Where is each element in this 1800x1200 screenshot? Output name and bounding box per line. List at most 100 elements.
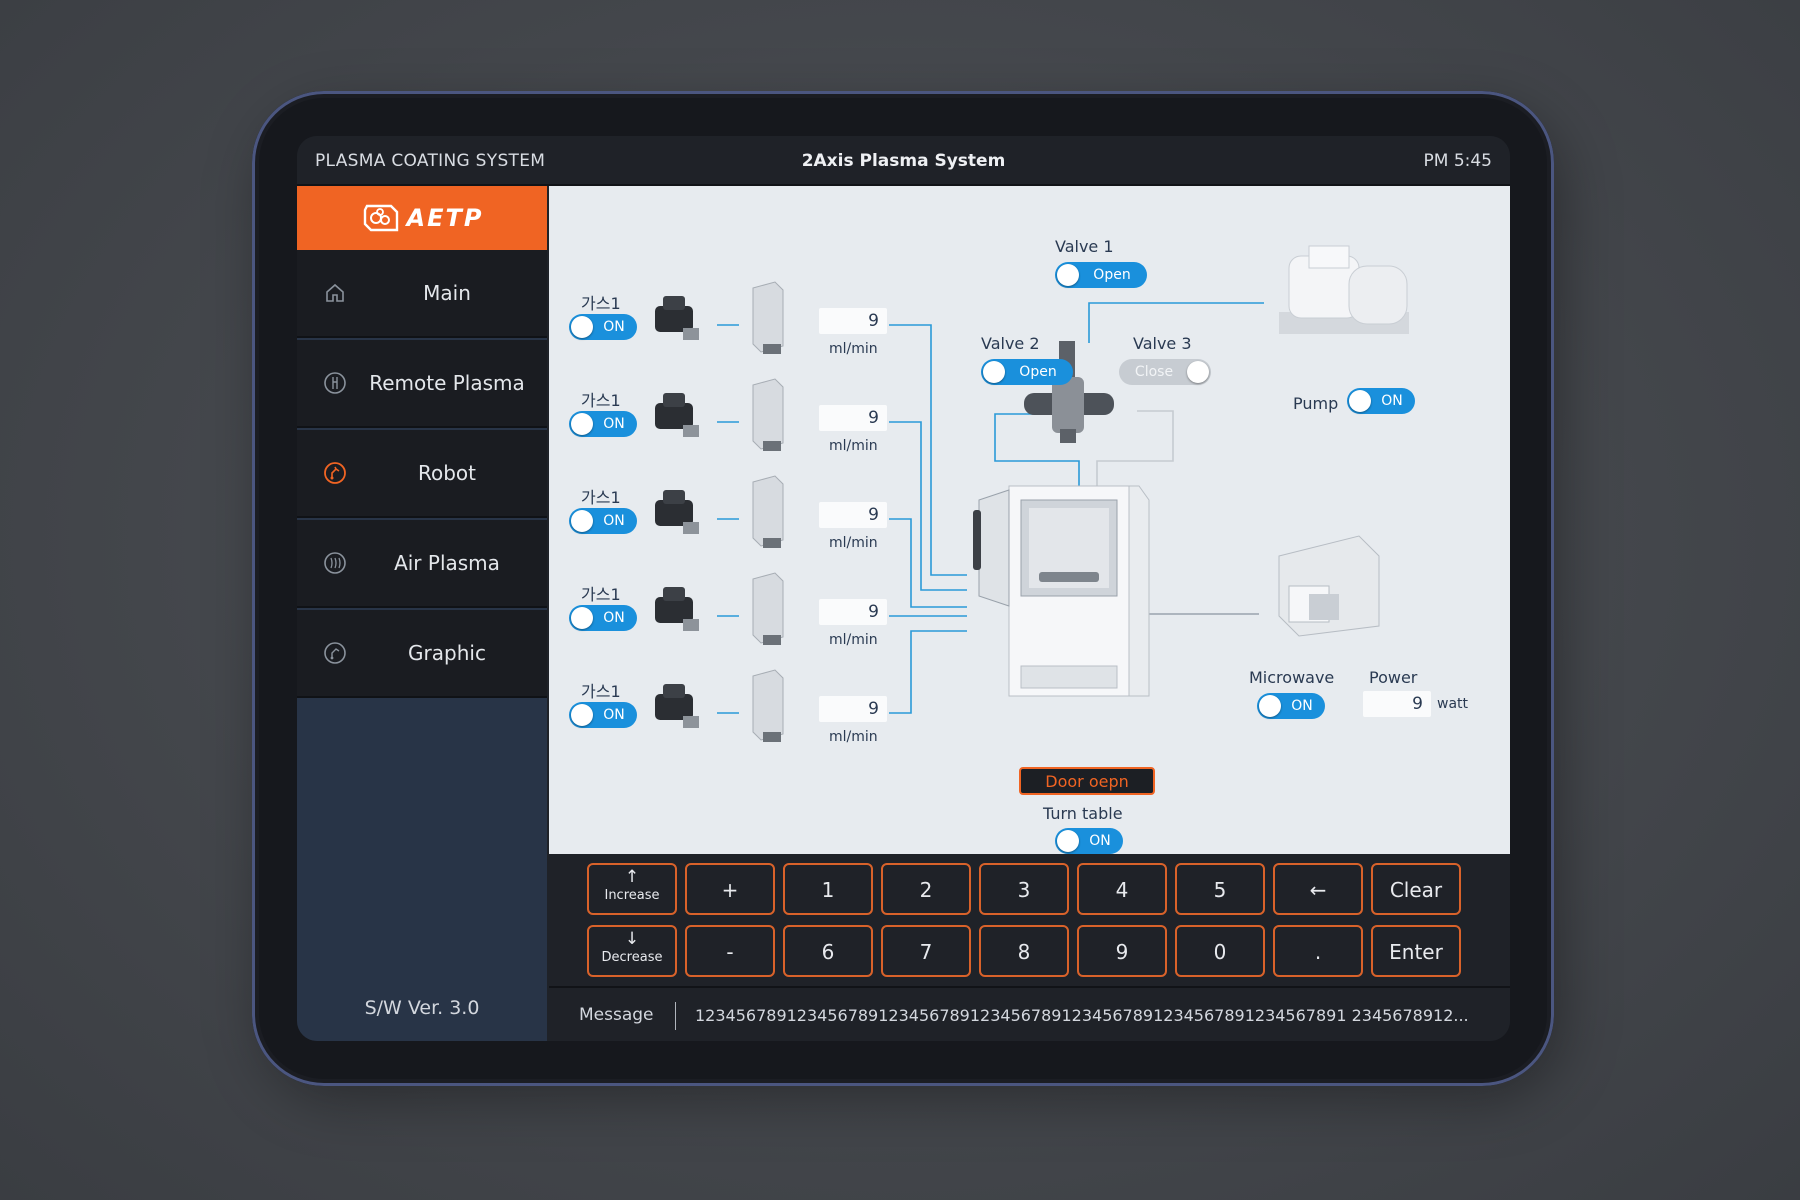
toggle-label: ON xyxy=(1291,698,1313,714)
sidebar-item-remote-plasma[interactable]: Remote Plasma xyxy=(297,340,547,428)
key-7[interactable]: 7 xyxy=(881,925,971,977)
microwave-toggle[interactable]: ON xyxy=(1257,693,1325,719)
software-version: S/W Ver. 3.0 xyxy=(364,997,480,1019)
toggle-knob xyxy=(1349,390,1371,412)
down-arrow-icon: ↓ xyxy=(624,929,640,949)
key-minus[interactable]: - xyxy=(685,925,775,977)
toggle-knob xyxy=(1259,695,1281,717)
key-label: 1 xyxy=(821,878,835,902)
clear-button[interactable]: Clear xyxy=(1371,863,1461,915)
gas-regulator-5 xyxy=(655,684,699,728)
key-label: 6 xyxy=(821,940,835,964)
gas-regulator-group xyxy=(655,296,699,728)
remote-plasma-icon xyxy=(324,372,346,394)
valve2-toggle[interactable]: Open xyxy=(981,359,1073,385)
gas-label-1: 가스1 xyxy=(581,294,621,313)
gas-toggle-5[interactable]: ON xyxy=(569,702,637,728)
decrease-button[interactable]: ↓ Decrease xyxy=(587,925,677,977)
gas-label-4: 가스1 xyxy=(581,585,621,604)
home-icon xyxy=(326,283,344,302)
gas-pipe-2 xyxy=(889,421,967,591)
increase-button[interactable]: ↑ Increase xyxy=(587,863,677,915)
valve1-toggle[interactable]: Open xyxy=(1055,262,1147,288)
key-8[interactable]: 8 xyxy=(979,925,1069,977)
valve3-label: Valve 3 xyxy=(1133,334,1192,353)
toggle-knob xyxy=(571,704,593,726)
message-text: 1234567891234567891234567891234567891234… xyxy=(695,1006,1469,1025)
logo[interactable]: AETP xyxy=(297,186,547,250)
valve3-toggle[interactable]: Close xyxy=(1119,359,1211,385)
gas-regulator-1 xyxy=(655,296,699,340)
message-divider xyxy=(675,1002,676,1030)
toggle-knob xyxy=(1057,830,1079,852)
door-open-button[interactable]: Door oepn xyxy=(1019,767,1155,795)
key-2[interactable]: 2 xyxy=(881,863,971,915)
gas-flow-unit-2: ml/min xyxy=(829,438,878,454)
sidebar-item-label: Graphic xyxy=(408,641,486,665)
key-label: 3 xyxy=(1017,878,1031,902)
robot-icon xyxy=(324,462,346,484)
backspace-button[interactable]: ← xyxy=(1273,863,1363,915)
logo-icon xyxy=(363,204,398,232)
gas-toggle-1[interactable]: ON xyxy=(569,314,637,340)
gas-pipe-1 xyxy=(889,324,967,576)
power-input[interactable]: 9 xyxy=(1363,691,1431,717)
key-label: . xyxy=(1314,940,1322,964)
key-label: - xyxy=(726,940,734,964)
key-label: Enter xyxy=(1389,940,1443,964)
key-0[interactable]: 0 xyxy=(1175,925,1265,977)
key-1[interactable]: 1 xyxy=(783,863,873,915)
gas-flow-input-3[interactable]: 9 xyxy=(819,502,887,528)
gas-label-2: 가스1 xyxy=(581,391,621,410)
gas-flow-unit-5: ml/min xyxy=(829,729,878,745)
gas-toggle-4[interactable]: ON xyxy=(569,605,637,631)
sidebar-item-label: Remote Plasma xyxy=(369,371,525,395)
gas-label-5: 가스1 xyxy=(581,682,621,701)
backspace-icon: ← xyxy=(1309,878,1327,902)
sidebar-item-graphic[interactable]: Graphic xyxy=(297,610,547,698)
gas-flow-input-4[interactable]: 9 xyxy=(819,599,887,625)
pump-label: Pump xyxy=(1293,394,1339,413)
turntable-toggle[interactable]: ON xyxy=(1055,828,1123,854)
sidebar-item-label: Air Plasma xyxy=(394,551,500,575)
flow-controller-3 xyxy=(752,475,784,548)
key-3[interactable]: 3 xyxy=(979,863,1069,915)
power-unit: watt xyxy=(1437,696,1469,712)
gas-toggle-2[interactable]: ON xyxy=(569,411,637,437)
sidebar-item-label: Main xyxy=(423,281,471,305)
key-5[interactable]: 5 xyxy=(1175,863,1265,915)
key-4[interactable]: 4 xyxy=(1077,863,1167,915)
toggle-label: Open xyxy=(1019,364,1057,380)
sidebar-item-main[interactable]: Main xyxy=(297,250,547,338)
pump-toggle[interactable]: ON xyxy=(1347,388,1415,414)
gas-regulator-4 xyxy=(655,587,699,631)
flow-controller-1 xyxy=(752,281,784,354)
key-9[interactable]: 9 xyxy=(1077,925,1167,977)
power-label: Power xyxy=(1369,668,1418,687)
main-panel: 가스1 ON 9 ml/min 가스1 ON 9 ml/min 가스1 ON 9… xyxy=(549,186,1510,854)
gas-toggle-3[interactable]: ON xyxy=(569,508,637,534)
sidebar-item-robot[interactable]: Robot xyxy=(297,430,547,518)
gas-flow-unit-4: ml/min xyxy=(829,632,878,648)
clock: PM 5:45 xyxy=(1423,151,1493,171)
three-way-valve xyxy=(1024,341,1114,443)
message-label: Message xyxy=(579,1005,654,1025)
gas-flow-input-1[interactable]: 9 xyxy=(819,308,887,334)
flow-controller-group xyxy=(752,281,784,742)
key-6[interactable]: 6 xyxy=(783,925,873,977)
key-label: + xyxy=(721,878,739,902)
key-plus[interactable]: + xyxy=(685,863,775,915)
sidebar-item-label: Robot xyxy=(417,461,476,485)
key-decimal[interactable]: . xyxy=(1273,925,1363,977)
gas-flow-input-2[interactable]: 9 xyxy=(819,405,887,431)
key-label: 9 xyxy=(1115,940,1129,964)
key-label: Clear xyxy=(1389,878,1443,902)
toggle-knob xyxy=(571,316,593,338)
toggle-knob xyxy=(571,510,593,532)
enter-button[interactable]: Enter xyxy=(1371,925,1461,977)
key-label: 4 xyxy=(1115,878,1129,902)
gas-flow-input-5[interactable]: 9 xyxy=(819,696,887,722)
toggle-label: Close xyxy=(1134,364,1174,380)
sidebar-item-air-plasma[interactable]: Air Plasma xyxy=(297,520,547,608)
numeric-keypad: ↑ Increase + 1 2 3 4 5 ← Clear ↓ Decreas… xyxy=(549,854,1510,986)
